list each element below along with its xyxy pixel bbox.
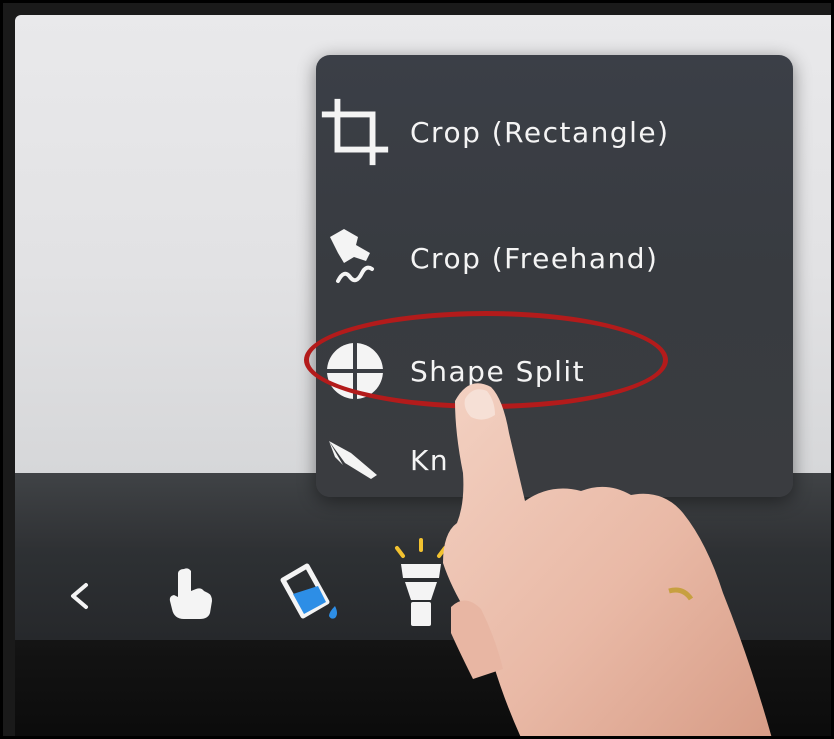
pointing-hand-photo <box>443 383 772 736</box>
screenshot-frame: Crop (Rectangle) Crop (Freehand) Shape S… <box>0 0 834 739</box>
